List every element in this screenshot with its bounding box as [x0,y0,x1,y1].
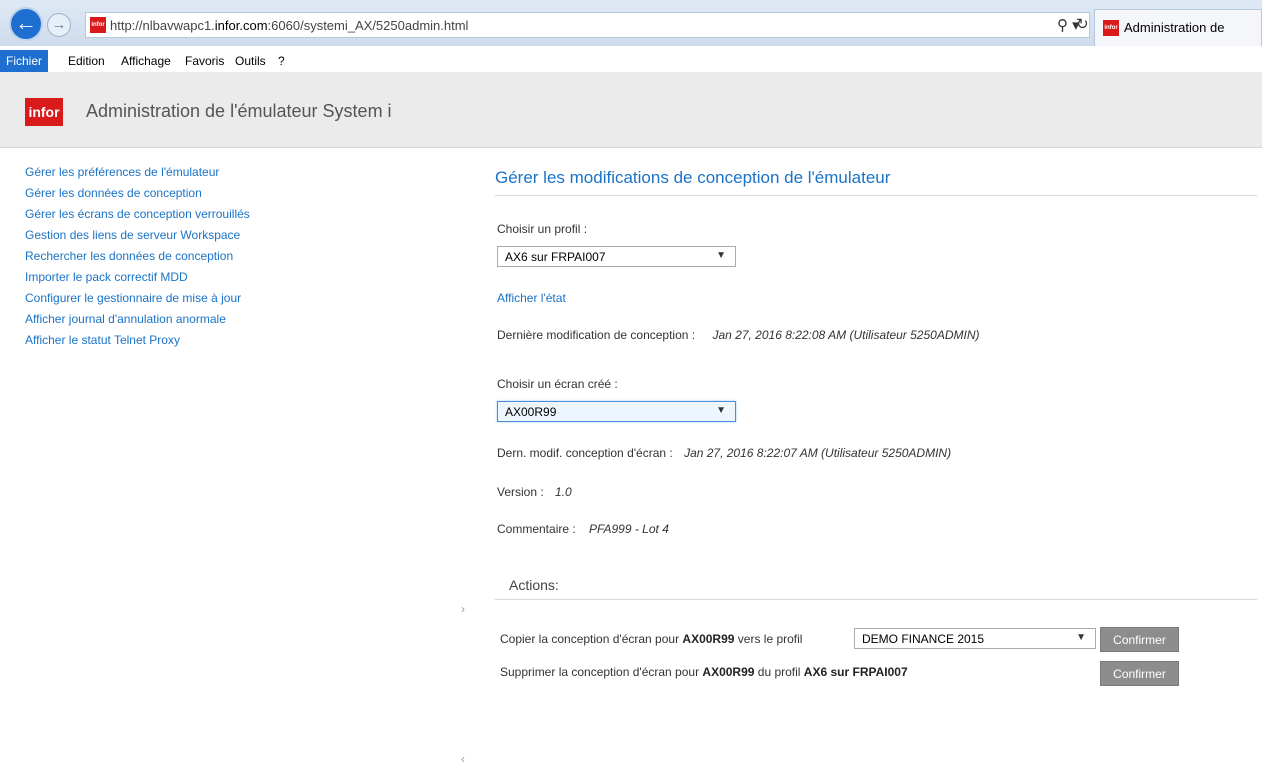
confirm-copy-button[interactable]: Confirmer [1100,627,1179,652]
profile-label: Choisir un profil : [497,222,588,236]
sidebar-item-update-manager[interactable]: Configurer le gestionnaire de mise à jou… [25,291,241,305]
page-title: Administration de l'émulateur System i [86,101,392,121]
actions-divider [495,599,1257,600]
site-favicon-icon: infor [90,17,106,33]
sidebar-item-telnet-proxy[interactable]: Afficher le statut Telnet Proxy [25,333,180,347]
copy-target-profile-select[interactable]: DEMO FINANCE 2015 ▼ [854,628,1096,649]
menu-edition[interactable]: Edition [62,50,111,72]
tab-favicon-icon: infor [1103,20,1119,36]
sidebar-item-import-mdd[interactable]: Importer le pack correctif MDD [25,270,188,284]
url-input[interactable]: infor http://nlbavwapc1.infor.com:6060/s… [85,12,1090,38]
menu-help[interactable]: ? [272,50,291,72]
collapse-left-icon[interactable]: ‹ [461,752,465,766]
sidebar-item-search-design[interactable]: Rechercher les données de conception [25,249,233,263]
title-divider [495,195,1257,196]
menu-favoris[interactable]: Favoris [179,50,230,72]
back-arrow-icon[interactable]: ← [9,7,43,41]
sidebar-item-design-data[interactable]: Gérer les données de conception [25,186,202,200]
section-title: Gérer les modifications de conception de… [495,168,891,187]
sidebar-item-locked-screens[interactable]: Gérer les écrans de conception verrouill… [25,207,250,221]
profile-select[interactable]: AX6 sur FRPAI007 ▼ [497,246,736,267]
version-value: 1.0 [555,485,572,499]
last-modification-value: Jan 27, 2016 8:22:08 AM (Utilisateur 525… [712,328,980,342]
chevron-down-icon: ▼ [716,250,726,261]
copy-screen-name: AX00R99 [682,632,735,646]
profile-select-value: AX6 sur FRPAI007 [505,250,606,264]
refresh-icon[interactable]: ↻ [1076,15,1089,33]
copy-target-profile-value: DEMO FINANCE 2015 [862,632,985,646]
last-modification-row: Dernière modification de conception : Ja… [497,328,980,342]
confirm-delete-button[interactable]: Confirmer [1100,661,1179,686]
menu-affichage[interactable]: Affichage [115,50,177,72]
sidebar-item-preferences[interactable]: Gérer les préférences de l'émulateur [25,165,219,179]
app-header: infor Administration de l'émulateur Syst… [0,72,1262,148]
screen-modification-value: Jan 27, 2016 8:22:07 AM (Utilisateur 525… [684,446,952,460]
comment-row: Commentaire : PFA999 - Lot 4 [497,522,669,536]
menu-bar: Fichier Edition Affichage Favoris Outils… [0,50,1262,73]
version-label: Version : [497,485,544,499]
url-text: http://nlbavwapc1.infor.com:6060/systemi… [110,18,469,33]
screen-select[interactable]: AX00R99 ▼ [497,401,736,422]
browser-tab[interactable]: infor Administration de [1094,9,1262,46]
menu-outils[interactable]: Outils [229,50,272,72]
infor-logo: infor [25,98,63,126]
delete-action-text: Supprimer la conception d'écran pour AX0… [500,665,908,679]
chevron-down-icon: ▼ [1076,632,1086,643]
screen-modification-row: Dern. modif. conception d'écran : Jan 27… [497,446,951,460]
screen-modification-label: Dern. modif. conception d'écran : [497,446,673,460]
tab-title: Administration de [1124,20,1225,35]
delete-profile-name: AX6 sur FRPAI007 [803,665,908,679]
menu-fichier[interactable]: Fichier [0,50,49,72]
browser-address-bar: ← → infor http://nlbavwapc1.infor.com:60… [0,0,1262,46]
actions-title: Actions: [509,577,559,593]
comment-value: PFA999 - Lot 4 [589,522,669,536]
screen-label: Choisir un écran créé : [497,377,618,391]
sidebar-item-workspace-links[interactable]: Gestion des liens de serveur Workspace [25,228,240,242]
show-state-link[interactable]: Afficher l'état [497,291,566,305]
forward-arrow-icon[interactable]: → [47,13,71,37]
screen-select-value: AX00R99 [505,405,557,419]
collapse-right-icon[interactable]: › [461,602,465,616]
version-row: Version : 1.0 [497,485,572,499]
chevron-down-icon: ▼ [716,405,726,416]
delete-screen-name: AX00R99 [702,665,755,679]
sidebar-item-abnormal-log[interactable]: Afficher journal d'annulation anormale [25,312,226,326]
last-modification-label: Dernière modification de conception : [497,328,696,342]
comment-label: Commentaire : [497,522,576,536]
copy-action-text: Copier la conception d'écran pour AX00R9… [500,632,803,646]
